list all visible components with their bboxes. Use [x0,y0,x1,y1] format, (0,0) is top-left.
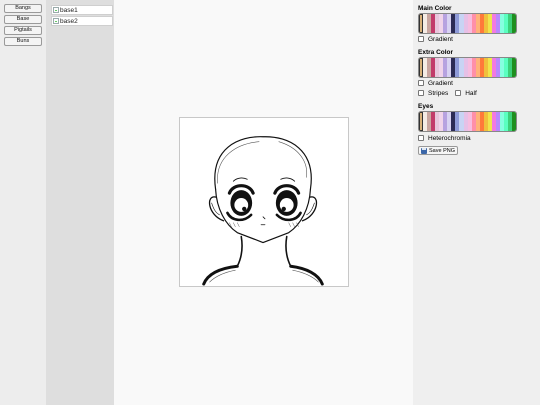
category-button-pigtails[interactable]: Pigtails [4,26,42,35]
half-checkbox[interactable] [455,90,462,96]
heterochromia-label: Heterochromia [428,134,471,142]
floppy-disk-icon [421,147,427,154]
broken-image-icon [53,7,59,13]
stripes-label: Stripes [428,89,449,97]
extra-gradient-checkbox[interactable] [418,80,424,86]
character-canvas[interactable] [179,117,349,287]
extra-color-palette [418,57,517,78]
extra-gradient-label: Gradient [428,79,453,87]
canvas-area [114,0,413,405]
part-item-base1[interactable]: base1 [51,5,113,15]
save-png-label: Save PNG [429,147,455,154]
main-color-title: Main Color [418,5,452,12]
character-base-drawing [202,136,324,286]
broken-image-icon [53,18,59,24]
part-item-label: base2 [60,17,78,25]
eyes-title: Eyes [418,103,434,110]
stripes-checkbox[interactable] [418,90,424,96]
heterochromia-checkbox[interactable] [418,135,424,141]
eyes-color-palette [418,111,517,132]
half-label: Half [465,89,477,97]
eyes-color-swatch[interactable] [512,112,516,131]
part-item-base2[interactable]: base2 [51,16,113,26]
extra-color-swatch[interactable] [512,58,516,77]
extra-color-title: Extra Color [418,49,454,56]
save-png-button[interactable]: Save PNG [418,146,458,155]
main-color-swatch[interactable] [512,14,516,33]
category-button-base[interactable]: Base [4,15,42,24]
category-button-buns[interactable]: Buns [4,37,42,46]
part-item-label: base1 [60,6,78,14]
main-gradient-checkbox[interactable] [418,36,424,42]
main-gradient-label: Gradient [428,35,453,43]
main-color-palette [418,13,517,34]
part-list: base1 base2 [46,0,114,405]
options-panel: Main Color Gradient Extra Color Gradient… [413,0,540,405]
category-panel: Bangs Base Pigtails Buns [0,0,46,405]
category-button-bangs[interactable]: Bangs [4,4,42,13]
